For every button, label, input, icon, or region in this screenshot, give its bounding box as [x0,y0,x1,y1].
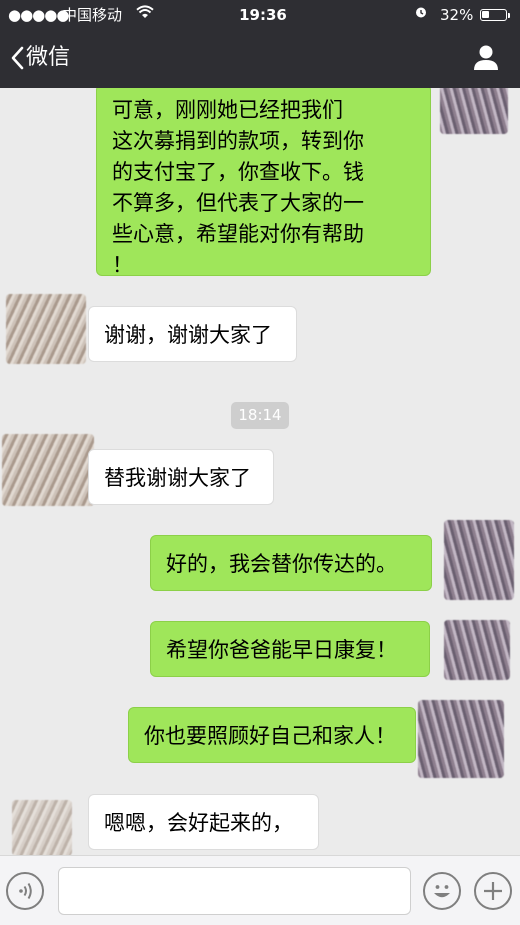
status-bar: ●●●●● 中国移动 19:36 32% [0,0,520,30]
battery-percent: 32% [440,6,474,24]
signal-strength-icon: ●●●●● [8,6,69,24]
outgoing-message-bubble[interactable]: 好的，我会替你传达的。 [150,535,432,591]
my-avatar[interactable] [418,700,504,778]
message-text-line: 些心意，希望能对你有帮助 [112,222,364,246]
message-text: 希望你爸爸能早日康复！ [166,638,397,662]
more-options-button[interactable] [474,872,512,910]
voice-input-button[interactable] [6,872,44,910]
message-text: 谢谢，谢谢大家了 [104,323,272,347]
plus-icon [484,882,502,900]
my-avatar[interactable] [444,520,514,600]
message-text-line: 可意，刚刚她已经把我们 [112,98,343,122]
message-text: 你也要照顾好自己和家人！ [144,724,396,748]
message-text-line: 不算多，但代表了大家的一 [112,191,364,215]
message-timestamp: 18:14 [231,402,289,429]
input-bar [0,855,520,925]
emoji-button[interactable] [423,872,461,910]
person-icon [474,45,498,70]
chat-area[interactable]: 可意，刚刚她已经把我们 这次募捐到的款项，转到你 的支付宝了，你查收下。钱 不算… [0,88,520,855]
voice-icon [19,882,32,900]
status-clock: 19:36 [239,6,287,24]
incoming-message-bubble[interactable]: 嗯嗯，会好起来的， [88,794,319,850]
contact-avatar[interactable] [12,800,72,855]
smiley-icon [434,885,450,898]
incoming-message-bubble[interactable]: 替我谢谢大家了 [88,449,274,505]
message-text: 替我谢谢大家了 [104,466,251,490]
outgoing-message-bubble[interactable]: 可意，刚刚她已经把我们 这次募捐到的款项，转到你 的支付宝了，你查收下。钱 不算… [96,88,431,277]
battery-icon [480,9,507,21]
top-bar: ●●●●● 中国移动 19:36 32% 微信 [0,0,520,88]
contact-avatar[interactable] [2,434,94,506]
message-text-line: ！ [112,253,133,277]
message-text-line: 的支付宝了，你查收下。钱 [112,160,364,184]
incoming-message-bubble[interactable]: 谢谢，谢谢大家了 [88,306,297,362]
message-text-line: 这次募捐到的款项，转到你 [112,129,364,153]
outgoing-message-bubble[interactable]: 希望你爸爸能早日康复！ [150,621,430,677]
alarm-icon [414,0,428,30]
my-avatar[interactable] [444,620,510,680]
chat-info-button[interactable] [470,42,502,74]
chevron-left-icon [11,46,24,70]
outgoing-message-bubble[interactable]: 你也要照顾好自己和家人！ [128,707,416,763]
wifi-icon [136,0,154,30]
back-button[interactable]: 微信 [10,40,70,76]
my-avatar[interactable] [440,88,508,134]
nav-bar: 微信 [0,30,520,88]
message-text: 好的，我会替你传达的。 [166,552,397,576]
back-label: 微信 [26,45,71,70]
carrier-name: 中国移动 [62,6,123,24]
message-text: 嗯嗯，会好起来的， [104,811,293,835]
battery-level [482,11,489,18]
message-input[interactable] [58,867,411,915]
contact-avatar[interactable] [6,294,86,364]
battery-tip [508,13,510,18]
